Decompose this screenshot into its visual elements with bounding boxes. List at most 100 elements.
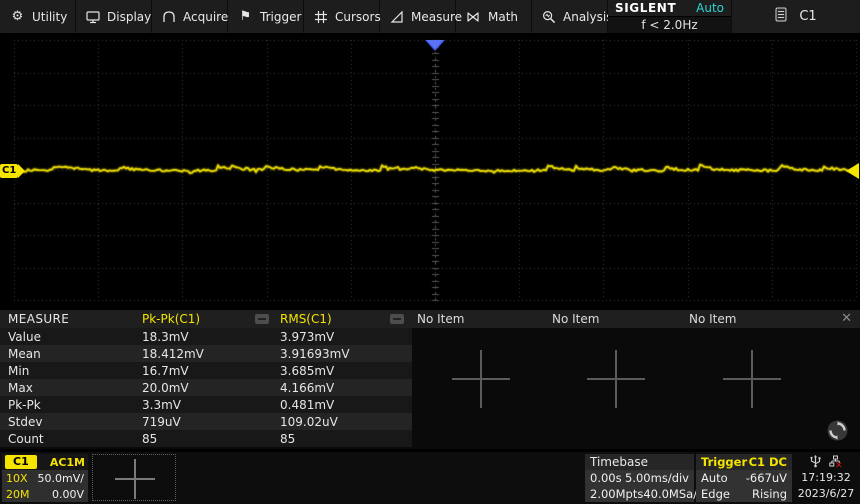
menu-utility[interactable]: ⚙ Utility [0, 0, 76, 33]
waveform-display[interactable] [0, 33, 860, 309]
siglent-logo: SIGLENT [615, 1, 677, 15]
stat-label: Stdev [8, 415, 43, 429]
active-channel-label: C1 [799, 9, 817, 24]
clock-time: 17:19:32 [801, 471, 851, 484]
gear-icon: ⚙ [11, 9, 24, 24]
channel-offset-value: 0.00V [51, 487, 84, 501]
trigger-slope: Rising [752, 487, 787, 501]
remove-measure-2-button[interactable] [390, 314, 404, 324]
monitor-icon [86, 10, 100, 24]
remove-measure-1-button[interactable] [255, 314, 269, 324]
stat-value: 0.481mV [280, 398, 335, 412]
history-refresh-icon[interactable] [826, 419, 849, 442]
stat-value: 719uV [142, 415, 181, 429]
add-measure-slot-1[interactable] [452, 350, 510, 408]
menu-cursors-label: Cursors [335, 9, 381, 24]
stat-value: 4.166mV [280, 381, 335, 395]
acquire-icon [162, 10, 176, 24]
menu-display[interactable]: Display [76, 0, 152, 33]
menu-bar: ⚙ Utility Display Acquire ⚑ Trigger Curs… [0, 0, 860, 33]
add-measure-slot-3[interactable] [723, 350, 781, 408]
channel-info-box[interactable]: C1 AC1M 10X 50.0mV/ 20M 0.00V [2, 454, 88, 502]
menu-math[interactable]: Math [456, 0, 532, 33]
trigger-box[interactable]: Trigger C1 DC Auto -667uV Edge Rising [696, 454, 792, 502]
menu-acquire[interactable]: Acquire [152, 0, 228, 33]
trigger-level: -667uV [745, 471, 787, 485]
stat-value: 109.02uV [280, 415, 338, 429]
stat-label: Min [8, 364, 30, 378]
menu-analysis[interactable]: Analysis [532, 0, 612, 33]
timebase-box[interactable]: Timebase 0.00s 5.00ms/div 2.00Mpts 40.0M… [585, 454, 703, 502]
stat-value: 20.0mV [142, 381, 189, 395]
stat-value: 3.3mV [142, 398, 181, 412]
measure-row-stdev: Stdev 719uV 109.02uV [0, 413, 412, 430]
set-square-icon [390, 10, 404, 24]
trigger-title: Trigger [701, 455, 748, 469]
menu-display-label: Display [107, 9, 152, 24]
channel-name-chip: C1 [5, 455, 37, 469]
menu-trigger[interactable]: ⚑ Trigger [228, 0, 304, 33]
stat-value: 3.91693mV [280, 347, 350, 361]
magnifier-icon [542, 10, 556, 24]
stat-value: 3.685mV [280, 364, 335, 378]
menu-acquire-label: Acquire [183, 9, 229, 24]
stat-label: Value [8, 330, 41, 344]
measure-row-value: Value 18.3mV 3.973mV [0, 328, 412, 345]
trigger-source: C1 DC [748, 455, 787, 469]
stat-value: 16.7mV [142, 364, 189, 378]
menu-measure[interactable]: Measure [380, 0, 462, 33]
measure-row-pkpk: Pk-Pk 3.3mV 0.481mV [0, 396, 412, 413]
add-measure-slot-2[interactable] [587, 350, 645, 408]
lan-disconnected-icon: ✕ [829, 453, 843, 472]
timebase-delay: 0.00s [590, 471, 622, 485]
menu-utility-label: Utility [32, 9, 68, 24]
measure-header: MEASURE Pk-Pk(C1) RMS(C1) No Item No Ite… [0, 310, 860, 328]
trigger-frequency: f < 2.0Hz [608, 17, 731, 33]
list-icon [775, 7, 787, 26]
stat-value: 18.412mV [142, 347, 204, 361]
measure-row-mean: Mean 18.412mV 3.91693mV [0, 345, 412, 362]
stat-label: Max [8, 381, 33, 395]
measure-col-2[interactable]: RMS(C1) [280, 312, 332, 326]
oscilloscope-screen: ⚙ Utility Display Acquire ⚑ Trigger Curs… [0, 0, 860, 504]
status-bar: C1 AC1M 10X 50.0mV/ 20M 0.00V Timebase 0… [0, 452, 860, 504]
timebase-title: Timebase [590, 455, 648, 469]
channel-offset-marker[interactable]: C1 [0, 163, 26, 178]
channel-bandwidth: 20M [6, 487, 30, 501]
math-icon [466, 10, 481, 24]
measure-col-4[interactable]: No Item [552, 312, 599, 326]
measure-row-max: Max 20.0mV 4.166mV [0, 379, 412, 396]
acquisition-status-box[interactable]: SIGLENT Auto f < 2.0Hz [608, 0, 732, 33]
add-channel-box[interactable] [92, 454, 176, 501]
datetime-box: ✕ 17:19:32 2023/6/27 [794, 454, 858, 502]
measure-col-5[interactable]: No Item [689, 312, 736, 326]
usb-icon [810, 453, 821, 472]
channel-attenuation: 10X [6, 471, 28, 485]
stat-label: Pk-Pk [8, 398, 41, 412]
measure-col-3[interactable]: No Item [417, 312, 464, 326]
channel-offset-arrow-icon [18, 163, 26, 178]
clock-date: 2023/6/27 [797, 487, 855, 500]
active-channel-indicator[interactable]: C1 [732, 0, 860, 33]
stat-value: 18.3mV [142, 330, 189, 344]
menu-analysis-label: Analysis [563, 9, 613, 24]
menu-measure-label: Measure [411, 9, 462, 24]
measure-col-1[interactable]: Pk-Pk(C1) [142, 312, 200, 326]
timebase-scale: 5.00ms/div [625, 471, 689, 485]
cursors-icon [314, 10, 328, 24]
stat-label: Mean [8, 347, 41, 361]
menu-cursors[interactable]: Cursors [304, 0, 381, 33]
acquisition-mode: Auto [696, 1, 724, 15]
trigger-position-marker[interactable] [425, 40, 445, 51]
close-measure-icon[interactable]: ✕ [841, 311, 852, 326]
flag-icon: ⚑ [239, 9, 252, 24]
menu-math-label: Math [488, 9, 519, 24]
timebase-sample-rate: 40.0MSa/s [643, 487, 704, 501]
trigger-level-marker[interactable] [846, 163, 859, 179]
stat-value: 85 [142, 432, 158, 446]
channel-offset-tag: C1 [0, 163, 19, 178]
trigger-mode: Auto [701, 471, 728, 485]
channel-coupling: AC1M [49, 455, 85, 469]
svg-text:✕: ✕ [835, 461, 842, 468]
plus-icon [115, 459, 155, 499]
